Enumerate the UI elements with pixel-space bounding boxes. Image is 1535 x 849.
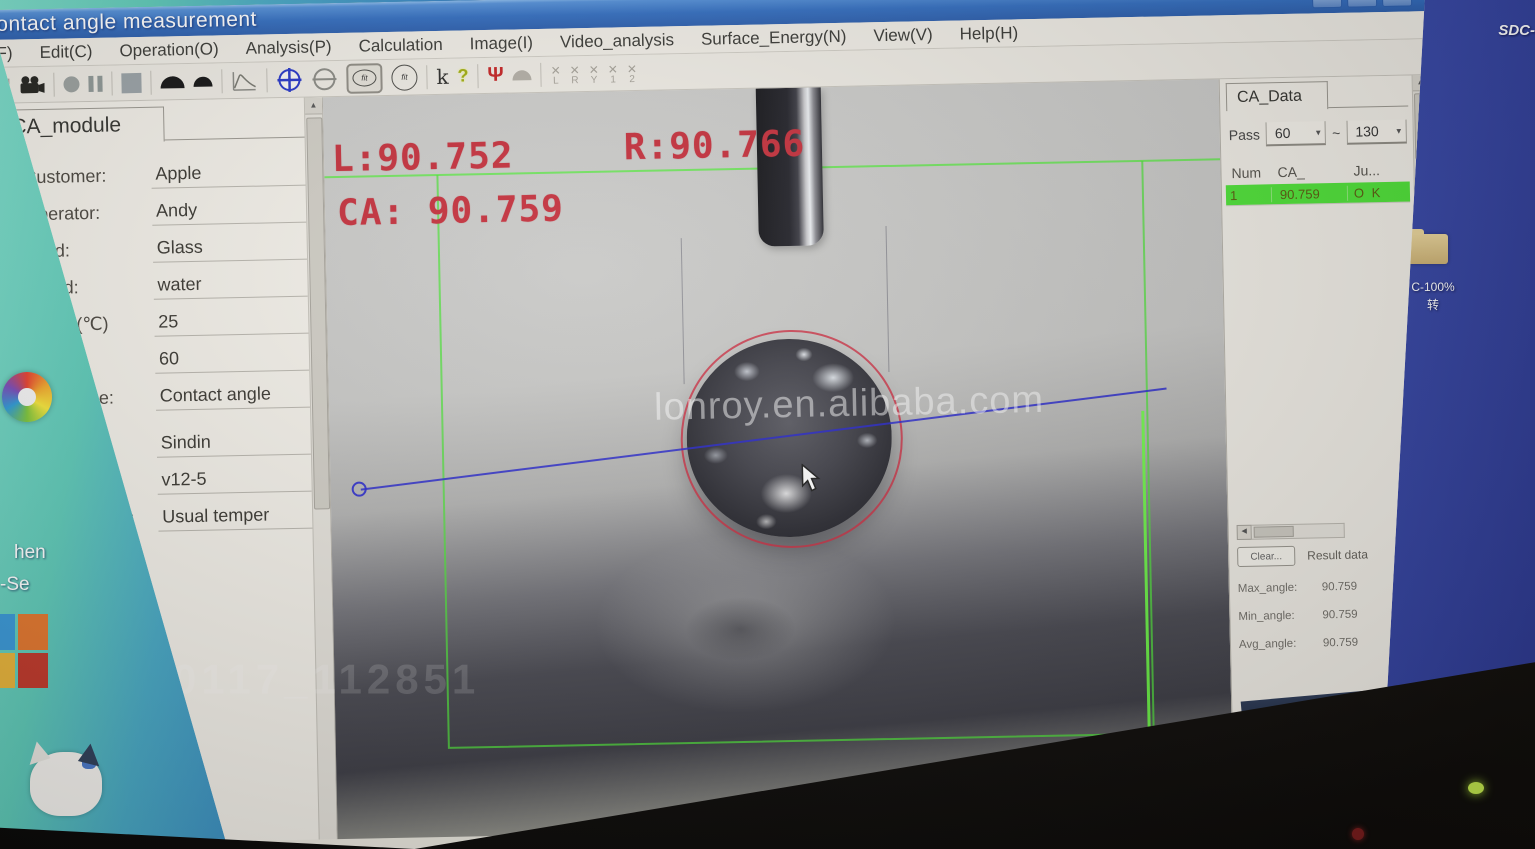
chevron-down-icon: ▼ [1314,128,1322,137]
col-num: Num [1225,164,1277,181]
pass-range-row: Pass 60 ▼ ~ 130 ▼ [1229,120,1407,148]
clear-2-icon[interactable]: ✕ 2 [627,62,638,84]
col-judge: Ju... [1353,162,1409,179]
toolbar-divider [111,71,112,95]
baseline-circle-icon[interactable] [311,66,338,93]
toolbar-divider [266,68,267,92]
dosing-needle [756,87,824,246]
clear-R-icon[interactable]: ✕ R [570,64,581,86]
requirement-input[interactable]: Usual temper [158,502,313,532]
table-header: Num CA_ Ju... [1225,158,1409,186]
clear-L-icon[interactable]: ✕ L [551,64,562,86]
maximize-button[interactable]: □ [1347,0,1377,7]
toolbar-divider [540,62,541,86]
curve-icon[interactable] [231,69,257,92]
hand-tool-icon[interactable]: Ψ [487,64,504,87]
menu-view[interactable]: View(V) [873,25,933,46]
col-ca: CA_ [1277,163,1353,181]
desktop-icon-label: hen [14,542,46,564]
scroll-thumb[interactable] [1254,526,1294,538]
testname-input[interactable]: Contact angle [156,381,311,411]
scroll-left-icon[interactable]: ◀ [1237,525,1252,540]
table-row[interactable]: 1 90.759 O K [1226,182,1410,206]
tilde-label: ~ [1332,125,1341,141]
dome-gray-icon[interactable] [513,70,532,80]
solid-input[interactable]: Glass [153,233,308,263]
stop-icon[interactable] [121,72,141,92]
ca-readout: CA: 90.759 [337,188,565,234]
sessile-drop-icon[interactable] [160,76,184,88]
menu-calculation[interactable]: Calculation [358,34,442,56]
range-from-select[interactable]: 60 ▼ [1266,121,1327,146]
toolbar-divider [221,69,222,93]
sessile-drop-small-icon[interactable] [193,76,212,86]
baseline-handle[interactable] [352,481,367,496]
help-icon[interactable]: ? [457,65,468,86]
clear-1-icon[interactable]: ✕ 1 [608,63,619,85]
camera-view[interactable]: L:90.752 R:90.766 CA: 90.759 lonroy.en.a… [323,79,1234,839]
power-led [1468,782,1484,794]
minimize-button[interactable]: — [1312,0,1342,8]
max-angle-row: Max_angle: 90.759 [1238,571,1419,603]
kitty-icon[interactable] [30,752,102,816]
ca-data-table: Num CA_ Ju... 1 90.759 O K [1225,158,1410,207]
window-controls: — □ ✕ [1312,0,1426,8]
left-angle-readout: L:90.752 [332,135,514,180]
fit-label: fit [401,73,407,82]
bezel-logo [1352,828,1364,840]
liquid-input[interactable]: water [153,270,308,300]
menu-surface-energy[interactable]: Surface_Energy(N) [701,26,847,49]
operator-input[interactable]: Andy [152,196,307,226]
chevron-down-icon: ▼ [1395,126,1403,135]
menu-edit[interactable]: Edit(C) [39,41,92,62]
record-icon[interactable] [63,76,79,92]
tab-ca-data[interactable]: CA_Data [1226,81,1329,111]
pass-label: Pass [1229,127,1260,144]
folder-label-line2: 转 [1398,296,1468,314]
toolbar-divider [53,72,54,96]
menu-operation[interactable]: Operation(O) [119,39,219,61]
fit-ellipse-button[interactable]: fit [346,63,383,94]
windows-tiles-icon[interactable] [0,614,48,688]
fit-label: fit [361,73,367,82]
rh-input[interactable]: 60 [155,344,310,374]
menu-image[interactable]: Image(I) [469,33,533,54]
close-button[interactable]: ✕ [1382,0,1412,7]
result-scrollbar[interactable]: ◀ [1237,523,1345,540]
customer-input[interactable]: Apple [151,159,306,189]
menu-help[interactable]: Help(H) [959,23,1018,44]
pause-icon[interactable] [88,75,102,91]
k-tool-icon[interactable]: k [436,64,449,88]
camera-icon[interactable] [18,74,44,95]
tab-line [1316,106,1408,109]
scroll-track[interactable] [1252,523,1345,540]
temp-input[interactable]: 25 [154,307,309,337]
photo-viewer-icon[interactable] [2,372,52,422]
monitor-photo: hen -Se SDC- C-100% 转 ontact angle measu… [0,0,1535,849]
menu-video-analysis[interactable]: Video_analysis [560,30,674,52]
kitty-bow [82,758,96,769]
window-title: ontact angle measurement [0,8,257,37]
desktop-icon-label: -Se [0,574,30,596]
product-id-input[interactable]: v12-5 [157,465,312,495]
menu-analysis[interactable]: Analysis(P) [245,37,331,59]
result-header-row: Clear... Result data [1237,543,1415,567]
clear-button[interactable]: Clear... [1237,546,1295,567]
crosshair-icon[interactable] [276,66,303,93]
toolbar-divider [426,65,427,89]
right-angle-readout: R:90.766 [623,124,805,169]
scroll-up-icon[interactable]: ▲ [305,97,322,114]
desktop-sdc-label: SDC- [1498,22,1535,39]
result-data-title: Result data [1307,547,1368,562]
clear-Y-icon[interactable]: ✕ Y [589,63,600,85]
supplier-input[interactable]: Sindin [156,428,311,458]
range-to-select[interactable]: 130 ▼ [1346,120,1407,145]
toolbar-divider [477,64,478,88]
tab-line [151,136,317,140]
toolbar-divider [150,70,151,94]
folder-icon[interactable] [1406,234,1448,264]
fit-circle-button[interactable]: fit [391,64,418,91]
mouse-cursor [800,463,823,493]
